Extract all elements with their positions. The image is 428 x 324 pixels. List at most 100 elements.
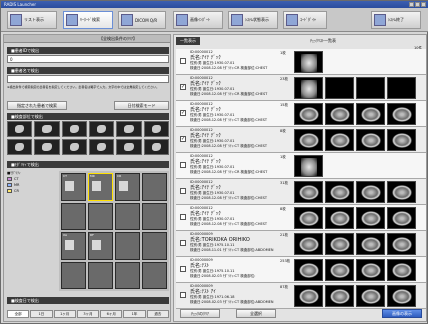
image-thumbnail[interactable]	[356, 207, 385, 229]
modality-cell[interactable]	[61, 202, 86, 230]
date-tab[interactable]: 過去	[146, 310, 169, 318]
region-thumb[interactable]	[7, 121, 33, 137]
minimize-button[interactable]	[409, 2, 414, 7]
modality-cell[interactable]: XA	[61, 232, 86, 260]
result-row[interactable]: ID:00000012 氏名:ｱｲﾃ ﾃﾞｯｸ 性別:男 誕生日:1930.07…	[176, 49, 426, 75]
select-all-button[interactable]: 全選択	[236, 309, 276, 318]
region-thumb[interactable]	[116, 121, 142, 137]
row-checkbox[interactable]: ✓	[180, 136, 186, 142]
result-row[interactable]: ID:00000009 氏名:ﾃｽﾄ ｱｲ 性別:男 誕生日:1971.06.1…	[176, 283, 426, 309]
image-thumbnail[interactable]	[387, 285, 416, 307]
image-thumbnail[interactable]	[387, 77, 416, 99]
search-patient-button[interactable]: 指定された患者で検索	[7, 101, 67, 110]
result-row[interactable]: ID:00000012 氏名:ｱｲﾃ ﾃﾞｯｸ 性別:男 誕生日:1930.07…	[176, 205, 426, 231]
image-thumbnail[interactable]	[294, 181, 323, 203]
modality-cell[interactable]	[61, 261, 86, 289]
region-thumb[interactable]	[143, 121, 169, 137]
modality-cell[interactable]: CT	[61, 173, 86, 201]
image-thumbnail[interactable]	[294, 103, 323, 125]
system-exit-button[interactable]: ｼｽﾃﾑ終了	[371, 11, 421, 29]
date-tab[interactable]: 6ヶ月	[100, 310, 123, 318]
list-view-tab[interactable]: 一覧表示	[176, 37, 200, 45]
code-dialer-button[interactable]: ｺｰﾄﾞﾀﾞｲｬ	[283, 11, 327, 29]
image-thumbnail[interactable]	[294, 51, 323, 73]
modality-cell[interactable]	[115, 202, 140, 230]
row-checkbox[interactable]	[180, 266, 186, 272]
maximize-button[interactable]	[415, 2, 420, 7]
image-thumbnail[interactable]	[356, 233, 385, 255]
image-thumbnail[interactable]	[387, 181, 416, 203]
keyword-search-button[interactable]: ｷｰﾎｰﾄﾞ検索	[63, 11, 113, 29]
region-thumb[interactable]	[116, 139, 142, 155]
region-thumb[interactable]	[34, 121, 60, 137]
image-thumbnail[interactable]	[325, 285, 354, 307]
image-thumbnail[interactable]	[294, 155, 323, 177]
region-thumb[interactable]	[89, 139, 115, 155]
image-thumbnail[interactable]	[294, 77, 323, 99]
date-tab[interactable]: 1年	[123, 310, 146, 318]
image-thumbnail[interactable]	[356, 259, 385, 281]
image-thumbnail[interactable]	[325, 103, 354, 125]
row-checkbox[interactable]	[180, 162, 186, 168]
image-thumbnail[interactable]	[294, 285, 323, 307]
region-thumb[interactable]	[34, 139, 60, 155]
modality-cell[interactable]	[142, 232, 167, 260]
modality-cell[interactable]	[142, 173, 167, 201]
row-checkbox[interactable]: ✓	[180, 110, 186, 116]
image-thumbnail[interactable]	[387, 129, 416, 151]
patient-name-input[interactable]	[7, 75, 169, 83]
result-row[interactable]: ID:00000009 氏名:ﾃｽﾄ 性別:男 誕生日:1975.10.11 検…	[176, 257, 426, 283]
result-row[interactable]: ✓ ID:00000012 氏名:ｱｲﾃ ﾃﾞｯｸ 性別:男 誕生日:1930.…	[176, 75, 426, 101]
modality-cell[interactable]	[115, 261, 140, 289]
clear-checks-button[interactable]: ﾁｪｯｸのｸﾘｱ	[180, 309, 220, 318]
modality-cell[interactable]: MR	[88, 173, 113, 201]
date-search-mode-button[interactable]: 日付検索モード	[114, 101, 169, 110]
list-view-button[interactable]: リスト表示	[7, 11, 57, 29]
image-thumbnail[interactable]	[294, 129, 323, 151]
row-checkbox[interactable]	[180, 214, 186, 220]
region-thumb[interactable]	[61, 121, 87, 137]
image-thumbnail[interactable]	[325, 207, 354, 229]
image-thumbnail[interactable]	[387, 259, 416, 281]
region-thumb[interactable]	[61, 139, 87, 155]
date-tab[interactable]: 3ヶ月	[76, 310, 100, 318]
image-thumbnail[interactable]	[294, 233, 323, 255]
row-checkbox[interactable]	[180, 188, 186, 194]
date-tab[interactable]: 全部	[7, 310, 30, 318]
result-row[interactable]: ID:00000012 氏名:ｱｲﾃ ﾃﾞｯｸ 性別:男 誕生日:1930.07…	[176, 179, 426, 205]
region-thumb[interactable]	[7, 139, 33, 155]
image-thumbnail[interactable]	[387, 207, 416, 229]
image-thumbnail[interactable]	[356, 77, 385, 99]
dicom-qr-button[interactable]: DICOM Q/R	[118, 11, 166, 29]
image-thumbnail[interactable]	[356, 103, 385, 125]
image-thumbnail[interactable]	[325, 233, 354, 255]
modality-cell[interactable]	[115, 232, 140, 260]
row-checkbox[interactable]	[180, 240, 186, 246]
image-thumbnail[interactable]	[325, 129, 354, 151]
clear-all-conditions[interactable]: 【全検出条件のｸﾘｱ】	[99, 36, 137, 42]
image-thumbnail[interactable]	[325, 77, 354, 99]
image-thumbnail[interactable]	[294, 207, 323, 229]
modality-item[interactable]: CR	[7, 188, 57, 194]
modality-cell[interactable]	[88, 261, 113, 289]
image-thumbnail[interactable]	[387, 233, 416, 255]
close-button[interactable]	[421, 2, 426, 7]
result-row[interactable]: ✓ ID:00000012 氏名:ｱｲﾃ ﾃﾞｯｸ 性別:男 誕生日:1930.…	[176, 101, 426, 127]
modality-cell[interactable]	[142, 261, 167, 289]
image-thumbnail[interactable]	[325, 259, 354, 281]
modality-cell[interactable]: CR	[115, 173, 140, 201]
image-thumbnail[interactable]	[387, 103, 416, 125]
region-thumb[interactable]	[89, 121, 115, 137]
checklist-tab[interactable]: ﾁｪｯｸﾘｽﾄ一覧表	[310, 37, 336, 45]
date-tab[interactable]: 1ヶ月	[53, 310, 76, 318]
image-thumbnail[interactable]	[325, 181, 354, 203]
image-thumbnail[interactable]	[356, 181, 385, 203]
patient-id-input[interactable]: 0	[7, 55, 169, 63]
image-import-button[interactable]: 画像ｲﾝﾎﾟｰﾄ	[173, 11, 223, 29]
image-thumbnail[interactable]	[356, 129, 385, 151]
modality-cell[interactable]: RF	[88, 232, 113, 260]
result-row[interactable]: ID:00000012 氏名:ｱｲﾃ ﾃﾞｯｸ 性別:男 誕生日:1930.07…	[176, 153, 426, 179]
result-row[interactable]: ✓ ID:00000012 氏名:ｱｲﾃ ﾃﾞｯｸ 性別:男 誕生日:1930.…	[176, 127, 426, 153]
system-status-button[interactable]: ｼｽﾃﾑ状態表示	[228, 11, 278, 29]
row-checkbox[interactable]	[180, 58, 186, 64]
